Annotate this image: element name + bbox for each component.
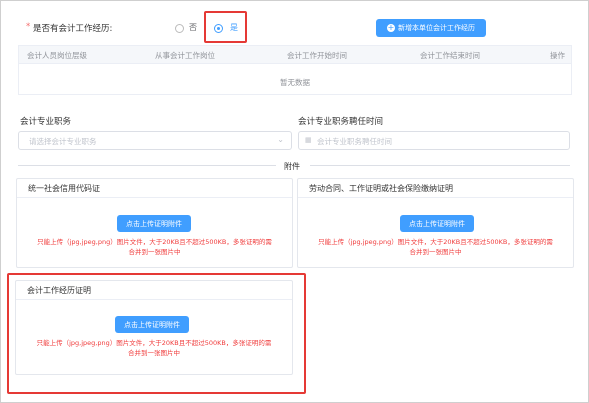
appoint-date-picker[interactable]: ▦ 会计专业职务聘任时间 [298,131,570,150]
chevron-down-icon: ⌄ [277,135,284,144]
th-level: 会计人员岗位层级 [27,51,87,60]
add-experience-label: 新增本单位会计工作经历 [398,24,475,32]
add-experience-button[interactable]: + 新增本单位会计工作经历 [376,19,486,37]
card-header: 劳动合同、工作证明或社会保险缴纳证明 [298,179,573,198]
divider-right [310,165,570,166]
table-empty: 暂无数据 [280,78,310,87]
experience-table: 会计人员岗位层级 从事会计工作岗位 会计工作开始时间 会计工作结束时间 操作 暂… [18,45,572,95]
upload-hint: 只能上传（jpg,jpeg,png）图片文件，大于20KB且不超过500KB，多… [37,238,272,256]
upload-button[interactable]: 点击上传证明附件 [117,215,191,232]
professional-title-select[interactable]: 请选择会计专业职务 ⌄ [18,131,292,150]
appoint-date-placeholder: 会计专业职务聘任时间 [317,137,392,146]
highlight-box-experience-card [7,273,306,394]
table-header: 会计人员岗位层级 从事会计工作岗位 会计工作开始时间 会计工作结束时间 操作 [19,46,571,64]
upload-card-credit-code: 统一社会信用代码证 点击上传证明附件 只能上传（jpg,jpeg,png）图片文… [16,178,293,268]
upload-hint: 只能上传（jpg,jpeg,png）图片文件，大于20KB且不超过500KB，多… [318,238,553,256]
card-title: 统一社会信用代码证 [28,184,100,193]
highlight-box-yes [204,11,247,43]
divider-left [18,165,276,166]
plus-circle-icon: + [387,23,395,32]
th-post: 从事会计工作岗位 [155,51,215,60]
calendar-icon: ▦ [305,136,312,144]
th-start: 会计工作开始时间 [287,51,347,60]
required-mark: * [26,22,31,32]
card-title: 劳动合同、工作证明或社会保险缴纳证明 [309,184,453,193]
radio-no-label[interactable]: 否 [189,22,197,33]
upload-card-labor-contract: 劳动合同、工作证明或社会保险缴纳证明 点击上传证明附件 只能上传（jpg,jpe… [297,178,574,268]
attachments-heading: 附件 [284,162,300,171]
upload-button[interactable]: 点击上传证明附件 [400,215,474,232]
appoint-date-label: 会计专业职务聘任时间 [298,117,384,127]
professional-title-placeholder: 请选择会计专业职务 [29,137,97,146]
experience-label: 是否有会计工作经历: [33,24,113,34]
th-action: 操作 [550,51,565,60]
th-end: 会计工作结束时间 [420,51,480,60]
professional-title-label: 会计专业职务 [20,117,72,127]
card-header: 统一社会信用代码证 [17,179,292,198]
radio-no[interactable] [175,24,184,33]
